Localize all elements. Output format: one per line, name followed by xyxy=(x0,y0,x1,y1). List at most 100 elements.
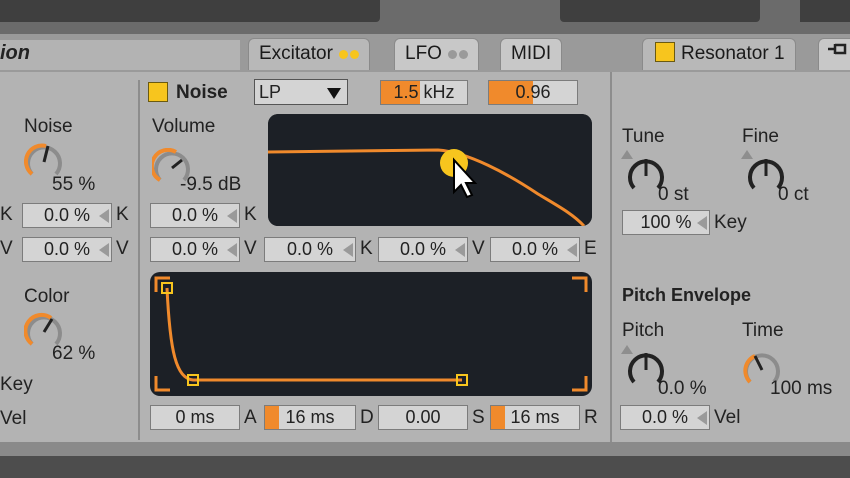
vel-label: Vel xyxy=(0,408,27,429)
tab-label: MIDI xyxy=(511,43,552,64)
envelope-display[interactable] xyxy=(150,272,592,396)
row-tag: V xyxy=(472,238,485,259)
noise-key-field[interactable]: 0.0 % xyxy=(22,203,112,228)
env-tag: A xyxy=(244,407,257,428)
dropdown-arrow-icon xyxy=(327,88,341,99)
tab-midi[interactable]: MIDI xyxy=(500,38,563,70)
env-tag: R xyxy=(584,407,598,428)
row-tag: V xyxy=(0,238,13,259)
dropdown-value: LP xyxy=(259,82,282,102)
dot-icon xyxy=(447,50,457,59)
color-label: Color xyxy=(24,286,70,307)
tune-value: 0 st xyxy=(658,184,689,205)
dot-icon xyxy=(338,50,348,59)
dot-icon xyxy=(349,50,359,59)
field-value: 0 ms xyxy=(175,407,215,427)
arrow-icon xyxy=(99,209,109,223)
sustain-field[interactable]: 0.00 xyxy=(378,405,468,430)
row-tag: K xyxy=(244,204,257,225)
attack-field[interactable]: 0 ms xyxy=(150,405,240,430)
top-strip xyxy=(0,0,850,34)
filter-type-dropdown[interactable]: LP xyxy=(254,79,348,105)
time-value: 100 ms xyxy=(770,378,833,399)
row-tag: E xyxy=(584,238,597,259)
tab-label: LFO xyxy=(405,43,442,64)
filter-freq-field[interactable]: 1.5 kHz xyxy=(380,80,468,105)
field-value: 16 ms xyxy=(285,407,335,427)
arrow-icon xyxy=(227,243,237,257)
tune-label: Tune xyxy=(622,126,665,147)
row-tag: V xyxy=(244,238,257,259)
field-value: 0.0 % xyxy=(43,205,91,225)
color-value: 62 % xyxy=(52,343,96,364)
resonator-toggle[interactable] xyxy=(655,42,675,62)
pitch-envelope-title: Pitch Envelope xyxy=(622,285,752,305)
env-tag: S xyxy=(472,407,485,428)
pin-button[interactable] xyxy=(818,38,850,70)
field-value: 16 ms xyxy=(510,407,560,427)
mod-field-4[interactable]: 0.0 % xyxy=(490,237,580,262)
tab-label: Excitator xyxy=(259,43,333,64)
top-strip-block xyxy=(800,0,850,22)
arrow-icon xyxy=(343,243,353,257)
row-tag: V xyxy=(116,238,129,259)
device-title-bar xyxy=(0,40,240,70)
pitch-label: Pitch xyxy=(622,320,665,341)
noise-amount-label: Noise xyxy=(24,116,73,137)
volume-value: -9.5 dB xyxy=(180,174,242,195)
tab-resonator-1[interactable]: Resonator 1 xyxy=(642,38,796,70)
column-separator xyxy=(138,80,140,440)
field-value: 0.0 % xyxy=(171,239,219,259)
pin-icon xyxy=(828,43,847,55)
fine-label: Fine xyxy=(742,126,779,147)
tab-label: Resonator 1 xyxy=(681,43,785,64)
key-label: Key xyxy=(0,374,33,395)
field-value: 0.96 xyxy=(515,82,551,102)
field-value: 0.00 xyxy=(405,407,441,427)
row-tag: K xyxy=(360,238,373,259)
fine-value: 0 ct xyxy=(778,184,809,205)
activity-dots xyxy=(446,39,468,69)
bottom-strip-band xyxy=(0,442,850,456)
bottom-strip xyxy=(0,442,850,478)
noise-toggle-label: Noise xyxy=(176,82,228,103)
release-marker xyxy=(491,406,505,429)
time-label: Time xyxy=(742,320,784,341)
volume-key-field[interactable]: 0.0 % xyxy=(150,203,240,228)
tab-excitator[interactable]: Excitator xyxy=(248,38,370,70)
resonator-key-field[interactable]: 100 % xyxy=(622,210,710,235)
field-value: 0.0 % xyxy=(511,239,559,259)
tab-lfo[interactable]: LFO xyxy=(394,38,479,70)
arrow-icon xyxy=(227,209,237,223)
dot-icon xyxy=(458,50,468,59)
release-field[interactable]: 16 ms xyxy=(490,405,580,430)
volume-label: Volume xyxy=(152,116,216,137)
row-tag: K xyxy=(0,204,13,225)
filter-res-field[interactable]: 0.96 xyxy=(488,80,578,105)
top-strip-block xyxy=(560,0,760,22)
pitch-env-value: 0.0 % xyxy=(658,378,707,399)
top-strip-block xyxy=(0,0,380,22)
pitch-vel-tag: Vel xyxy=(714,407,741,428)
noise-toggle[interactable] xyxy=(148,82,168,102)
pitch-vel-field[interactable]: 0.0 % xyxy=(620,405,710,430)
arrow-icon xyxy=(99,243,109,257)
decay-marker xyxy=(265,406,279,429)
arrow-icon xyxy=(567,243,577,257)
field-value: 0.0 % xyxy=(286,239,334,259)
noise-amount-value: 55 % xyxy=(52,174,96,195)
field-value: 0.0 % xyxy=(43,239,91,259)
field-value: 0.0 % xyxy=(171,205,219,225)
mod-field-2[interactable]: 0.0 % xyxy=(264,237,356,262)
field-value: 1.5 kHz xyxy=(393,82,455,102)
env-tag: D xyxy=(360,407,374,428)
field-value: 100 % xyxy=(640,212,692,232)
filter-curve-display[interactable] xyxy=(268,114,592,226)
decay-field[interactable]: 16 ms xyxy=(264,405,356,430)
device-title: ion xyxy=(0,42,30,64)
mod-field-3[interactable]: 0.0 % xyxy=(378,237,468,262)
noise-vel-field[interactable]: 0.0 % xyxy=(22,237,112,262)
row-tag: K xyxy=(116,204,129,225)
resonator-key-tag: Key xyxy=(714,212,747,233)
mod-field-1[interactable]: 0.0 % xyxy=(150,237,240,262)
